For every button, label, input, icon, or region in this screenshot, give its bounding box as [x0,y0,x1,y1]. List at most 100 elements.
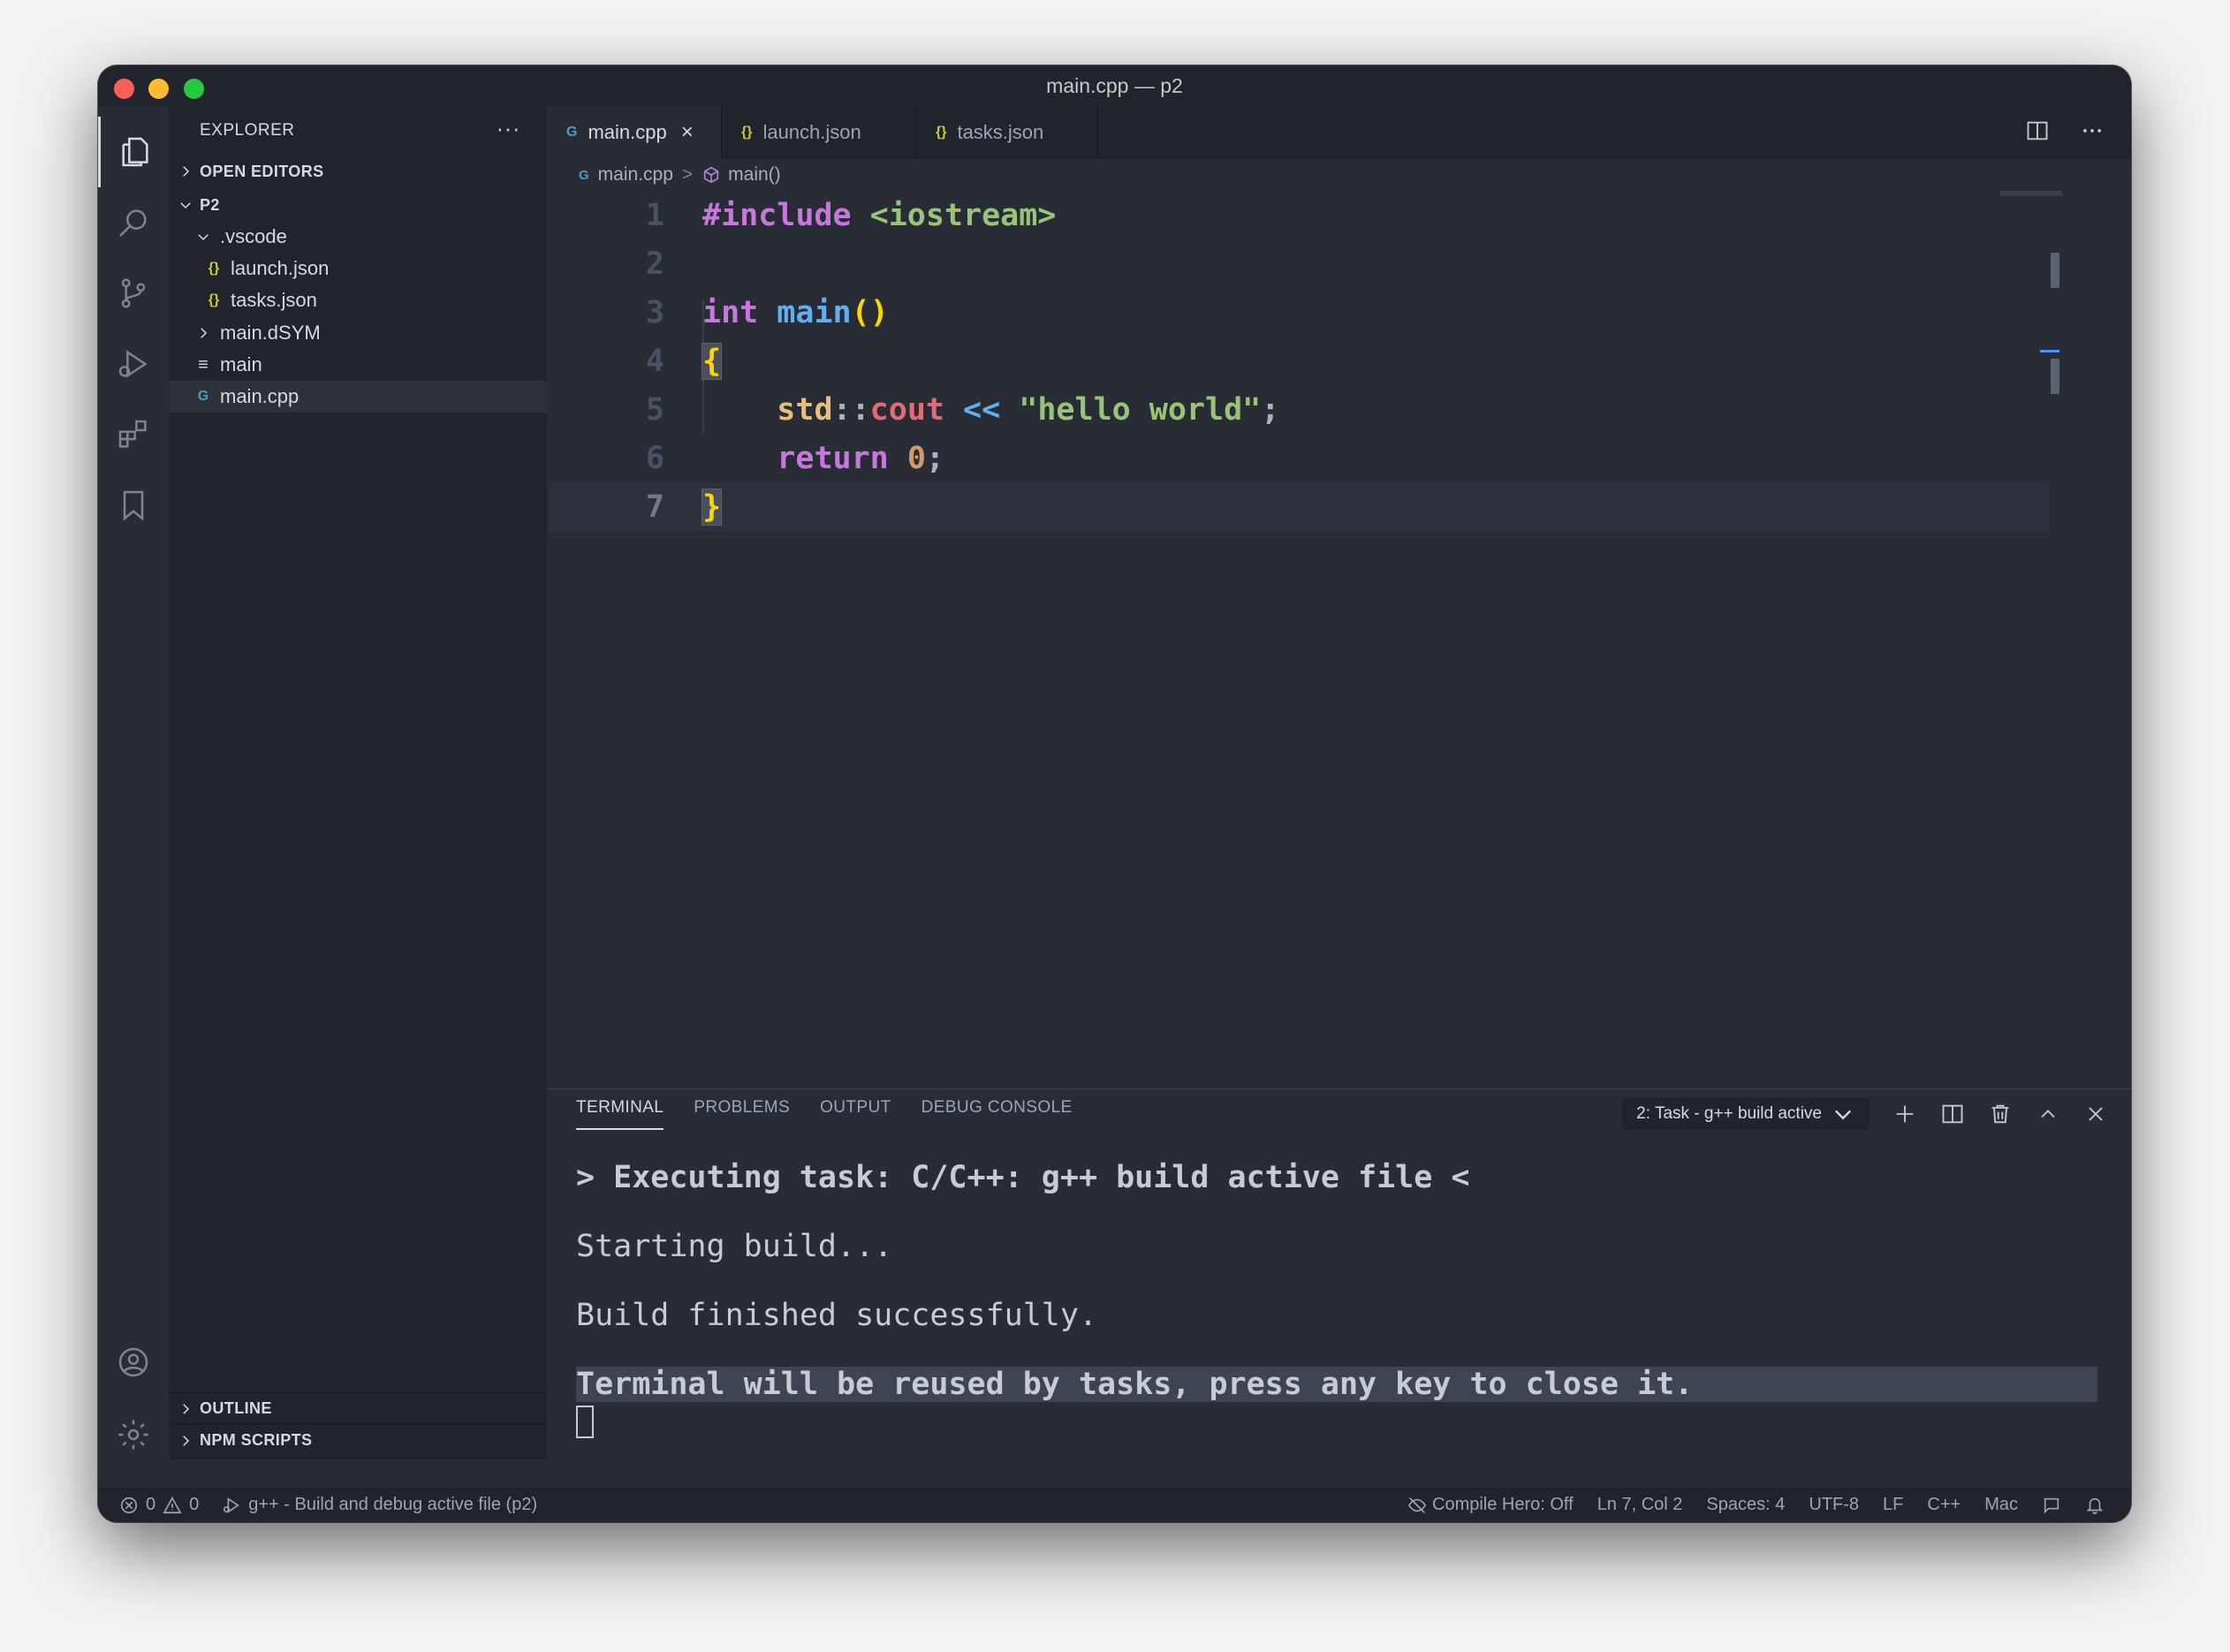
token-number: 0 [906,440,926,476]
indentation-setting[interactable]: Spaces: 4 [1706,1495,1785,1515]
close-window-button[interactable] [114,79,134,99]
terminal-line: Terminal will be reused by tasks, press … [576,1367,2097,1402]
platform-indicator[interactable]: Mac [1984,1495,2018,1515]
chevron-up-icon[interactable] [2036,1102,2060,1126]
split-terminal-icon[interactable] [1940,1102,1965,1126]
split-editor-icon[interactable] [2025,118,2050,143]
compile-hero-label: Compile Hero: Off [1432,1495,1574,1514]
warning-count[interactable]: 0 [189,1495,199,1515]
title-bar: main.cpp — p2 [98,65,2131,106]
chevron-right-icon [183,166,190,177]
tree-file-tasks-json[interactable]: {} tasks.json [169,284,547,316]
tab-tasks-json[interactable]: {} tasks.json [916,106,1098,159]
close-tab-icon[interactable]: × [681,120,694,145]
source-control-icon[interactable] [98,258,169,329]
tree-item-label: main.dSYM [220,322,321,344]
code-line: 6 return 0; [547,434,2049,482]
tab-output[interactable]: OUTPUT [820,1098,891,1130]
compile-hero-status[interactable]: Compile Hero: Off [1407,1495,1574,1515]
breadcrumb-file[interactable]: main.cpp [598,164,673,186]
open-editors-section[interactable]: OPEN EDITORS [169,155,547,187]
code-line: 5 std::cout << "hello world"; [547,385,2049,434]
explorer-icon[interactable] [98,117,169,187]
explorer-title: EXPLORER [200,121,295,140]
token-directive: #include [702,197,852,233]
bottom-panel: TERMINAL PROBLEMS OUTPUT DEBUG CONSOLE 2… [547,1088,2131,1459]
token-string: "hello world" [1019,391,1262,428]
tab-main-cpp[interactable]: G main.cpp × [547,106,722,159]
terminal-line: > Executing task: C/C++: g++ build activ… [576,1160,1470,1195]
chevron-down-icon [198,234,209,241]
language-mode[interactable]: C++ [1927,1495,1961,1515]
encoding-setting[interactable]: UTF-8 [1809,1495,1859,1515]
chevron-down-icon [1835,1110,1851,1120]
trash-icon[interactable] [1988,1102,2013,1126]
more-actions-icon[interactable] [2080,118,2105,143]
code-line: 2 [547,239,2049,288]
run-debug-icon[interactable] [98,329,169,399]
warning-icon [163,1496,182,1513]
tab-launch-json[interactable]: {} launch.json [722,106,916,159]
project-label: P2 [200,195,220,214]
error-count[interactable]: 0 [146,1495,155,1515]
outline-label: OUTLINE [200,1399,272,1417]
outline-section[interactable]: OUTLINE [169,1392,547,1424]
settings-gear-icon[interactable] [98,1399,169,1470]
code-editor[interactable]: 1 #include <iostream> 2 3 int main() 4 {… [547,191,2131,1088]
line-number: 1 [645,197,664,233]
tree-item-label: launch.json [231,257,330,279]
account-icon[interactable] [98,1327,169,1398]
json-icon: {} [741,125,753,140]
tree-file-main[interactable]: ≡ main [169,349,547,381]
token-brace-close: } [701,488,723,526]
search-icon[interactable] [98,187,169,258]
debug-task-status[interactable]: g++ - Build and debug active file (p2) [248,1495,537,1515]
tab-problems[interactable]: PROBLEMS [694,1098,790,1130]
token-brace-open: { [701,342,723,380]
chevron-right-icon [201,328,208,338]
tree-folder-vscode[interactable]: .vscode [169,221,547,253]
explorer-sidebar: EXPLORER ··· OPEN EDITORS P2 .vscode {} … [169,106,547,1459]
cpp-file-icon: G [579,167,589,183]
tree-file-launch-json[interactable]: {} launch.json [169,253,547,284]
explorer-header: EXPLORER ··· [169,106,547,155]
tree-item-label: main.cpp [220,385,300,407]
breadcrumb-symbol[interactable]: main() [728,164,781,186]
error-icon [120,1497,138,1513]
line-number: 5 [645,391,664,428]
line-number: 7 [645,489,664,525]
new-terminal-icon[interactable] [1892,1102,1917,1126]
close-panel-icon[interactable] [2083,1102,2108,1126]
npm-scripts-section[interactable]: NPM SCRIPTS [169,1424,547,1456]
tab-label: main.cpp [588,121,667,143]
activity-bar [98,106,169,1459]
token-semicolon: ; [925,440,944,476]
zoom-window-button[interactable] [184,79,204,99]
tab-terminal[interactable]: TERMINAL [576,1098,664,1130]
bookmark-icon[interactable] [98,470,169,541]
status-right: Compile Hero: Off Ln 7, Col 2 Spaces: 4 … [1407,1488,2105,1522]
line-number: 3 [645,294,664,330]
project-section[interactable]: P2 [169,189,547,221]
eol-setting[interactable]: LF [1883,1495,1903,1515]
token-variable: cout [869,391,944,428]
scrollbar-thumb[interactable] [2051,253,2059,288]
tree-file-main-cpp[interactable]: G main.cpp [169,381,547,413]
feedback-icon[interactable] [2042,1496,2061,1515]
minimap[interactable] [2000,191,2062,196]
tree-item-label: .vscode [220,225,287,247]
token-header: <iostream> [869,197,1057,233]
line-number: 6 [645,440,664,476]
minimize-window-button[interactable] [148,79,169,99]
scrollbar-marker [2051,359,2059,394]
bell-icon[interactable] [2085,1496,2105,1515]
tree-folder-main-dsym[interactable]: main.dSYM [169,317,547,349]
window-title: main.cpp — p2 [1046,73,1183,97]
explorer-more-actions-icon[interactable]: ··· [497,115,520,142]
cursor-position[interactable]: Ln 7, Col 2 [1597,1495,1683,1515]
tab-debug-console[interactable]: DEBUG CONSOLE [922,1098,1073,1130]
terminal-select[interactable]: 2: Task - g++ build active [1622,1098,1870,1130]
open-editors-label: OPEN EDITORS [200,162,324,180]
extensions-icon[interactable] [98,399,169,470]
method-cube-icon [703,166,719,184]
